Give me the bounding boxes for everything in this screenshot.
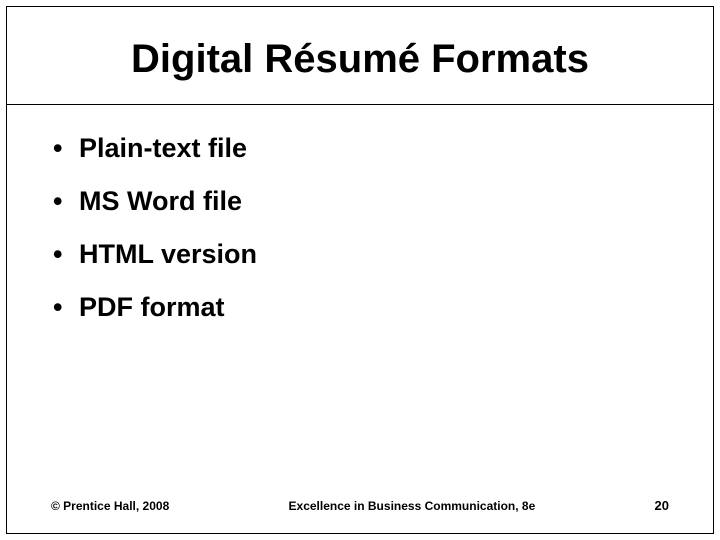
- list-item: PDF format: [53, 292, 667, 323]
- bullet-list: Plain-text file MS Word file HTML versio…: [53, 133, 667, 323]
- slide-content: Plain-text file MS Word file HTML versio…: [7, 105, 713, 323]
- slide-frame: Digital Résumé Formats Plain-text file M…: [6, 6, 714, 534]
- slide-footer: © Prentice Hall, 2008 Excellence in Busi…: [7, 498, 713, 513]
- list-item: MS Word file: [53, 186, 667, 217]
- footer-book-title: Excellence in Business Communication, 8e: [169, 499, 654, 513]
- list-item: HTML version: [53, 239, 667, 270]
- title-container: Digital Résumé Formats: [7, 7, 713, 105]
- footer-copyright: © Prentice Hall, 2008: [51, 499, 169, 513]
- slide-title: Digital Résumé Formats: [7, 37, 713, 82]
- list-item: Plain-text file: [53, 133, 667, 164]
- footer-page-number: 20: [655, 498, 669, 513]
